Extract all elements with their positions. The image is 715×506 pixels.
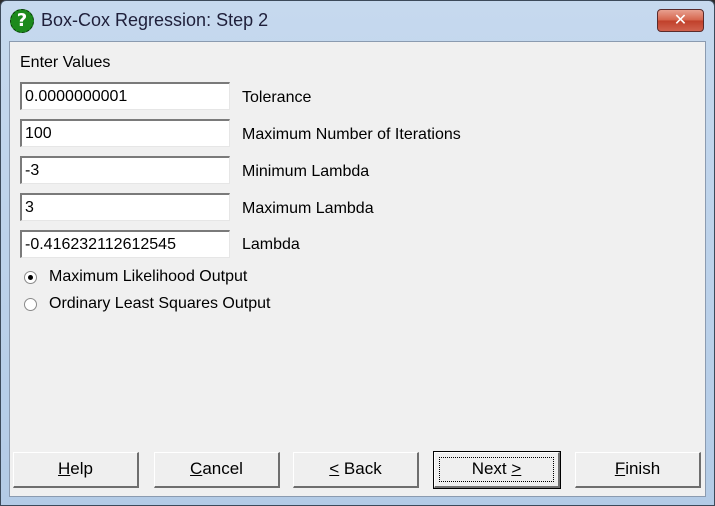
cancel-label: ancel — [202, 459, 243, 478]
back-mnemonic: < — [329, 459, 340, 478]
finish-button[interactable]: Finish — [575, 452, 701, 488]
cancel-mnemonic: C — [190, 459, 203, 478]
max-iterations-input[interactable] — [20, 119, 230, 147]
dialog-client: Enter Values Tolerance Maximum Number of… — [9, 41, 706, 497]
title-bar[interactable]: ? Box-Cox Regression: Step 2 ✕ — [1, 1, 714, 41]
enter-values-heading: Enter Values — [20, 54, 111, 71]
next-label: Next — [471, 459, 512, 478]
ols-option[interactable]: Ordinary Least Squares Output — [24, 294, 270, 314]
maximum-lambda-label: Maximum Lambda — [242, 200, 374, 217]
finish-label: inish — [625, 459, 661, 478]
finish-mnemonic: F — [614, 459, 626, 478]
help-question-icon: ? — [10, 9, 34, 33]
help-label: elp — [70, 459, 93, 478]
ols-label: Ordinary Least Squares Output — [49, 295, 271, 312]
max-likelihood-label: Maximum Likelihood Output — [49, 268, 248, 285]
radio-button-checked[interactable] — [24, 270, 37, 284]
minimum-lambda-label: Minimum Lambda — [242, 163, 370, 180]
help-button[interactable]: Help — [13, 452, 139, 488]
max-iterations-label: Maximum Number of Iterations — [242, 126, 461, 143]
lambda-label: Lambda — [242, 236, 300, 253]
next-button[interactable]: Next > — [433, 451, 561, 489]
max-likelihood-option[interactable]: Maximum Likelihood Output — [24, 267, 247, 287]
close-button[interactable]: ✕ — [657, 9, 704, 32]
back-label: Back — [339, 459, 382, 478]
window-title: Box-Cox Regression: Step 2 — [41, 10, 269, 30]
maximum-lambda-input[interactable] — [20, 193, 230, 221]
tolerance-label: Tolerance — [242, 89, 312, 106]
back-button[interactable]: < Back — [293, 452, 419, 488]
close-icon: ✕ — [673, 10, 688, 29]
help-mnemonic: H — [58, 459, 71, 478]
dialog-window: ? Box-Cox Regression: Step 2 ✕ Enter Val… — [0, 0, 715, 506]
cancel-button[interactable]: Cancel — [154, 452, 280, 488]
next-mnemonic: > — [511, 459, 522, 478]
tolerance-input[interactable] — [20, 82, 230, 110]
minimum-lambda-input[interactable] — [20, 156, 230, 184]
lambda-input[interactable] — [20, 230, 230, 258]
radio-button-unchecked[interactable] — [24, 297, 37, 311]
